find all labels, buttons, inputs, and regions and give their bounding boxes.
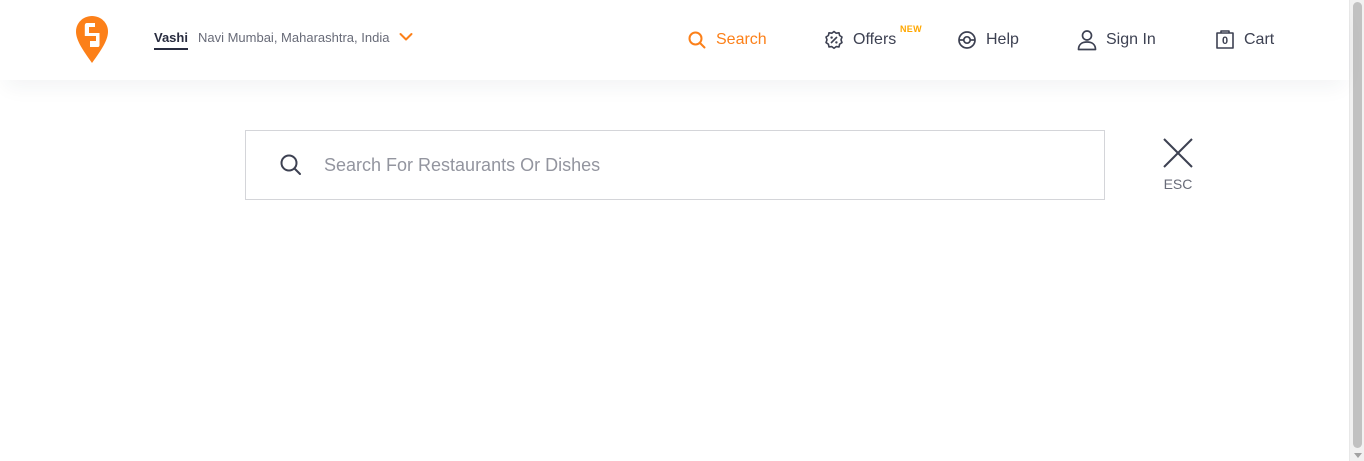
search-icon [280, 154, 302, 176]
cart-count: 0 [1221, 35, 1229, 47]
close-icon [1163, 138, 1193, 168]
top-nav-bar: Vashi Navi Mumbai, Maharashtra, India Se… [0, 0, 1349, 80]
close-search-button[interactable]: ESC [1160, 136, 1196, 196]
nav-search-label: Search [716, 31, 767, 48]
new-badge: NEW [900, 24, 922, 34]
lifebuoy-icon [957, 30, 977, 50]
nav-cart[interactable]: 0 Cart [1215, 28, 1274, 52]
nav-offers-label: Offers [853, 31, 897, 48]
esc-label: ESC [1163, 176, 1193, 192]
bag-icon: 0 [1215, 30, 1235, 50]
vertical-scrollbar[interactable] [1349, 0, 1364, 461]
nav-signin-label: Sign In [1106, 31, 1156, 48]
nav-help-label: Help [986, 31, 1019, 48]
swiggy-logo[interactable] [76, 16, 108, 64]
discount-badge-icon [824, 30, 844, 50]
chevron-down-icon [399, 33, 413, 41]
user-icon [1077, 30, 1097, 51]
location-selector[interactable]: Vashi Navi Mumbai, Maharashtra, India [154, 30, 413, 54]
scroll-down-arrow-icon[interactable] [1354, 453, 1362, 458]
search-input[interactable] [324, 145, 1104, 185]
location-detail: Navi Mumbai, Maharashtra, India [197, 30, 390, 45]
scrollbar-thumb[interactable] [1353, 2, 1362, 448]
nav-cart-label: Cart [1244, 31, 1275, 48]
search-icon [687, 30, 707, 50]
search-bar [245, 130, 1105, 200]
nav-offers[interactable]: Offers NEW [824, 24, 922, 52]
nav-search[interactable]: Search [687, 28, 767, 52]
location-name: Vashi [154, 30, 188, 50]
nav-help[interactable]: Help [957, 28, 1019, 52]
nav-signin[interactable]: Sign In [1077, 28, 1156, 52]
